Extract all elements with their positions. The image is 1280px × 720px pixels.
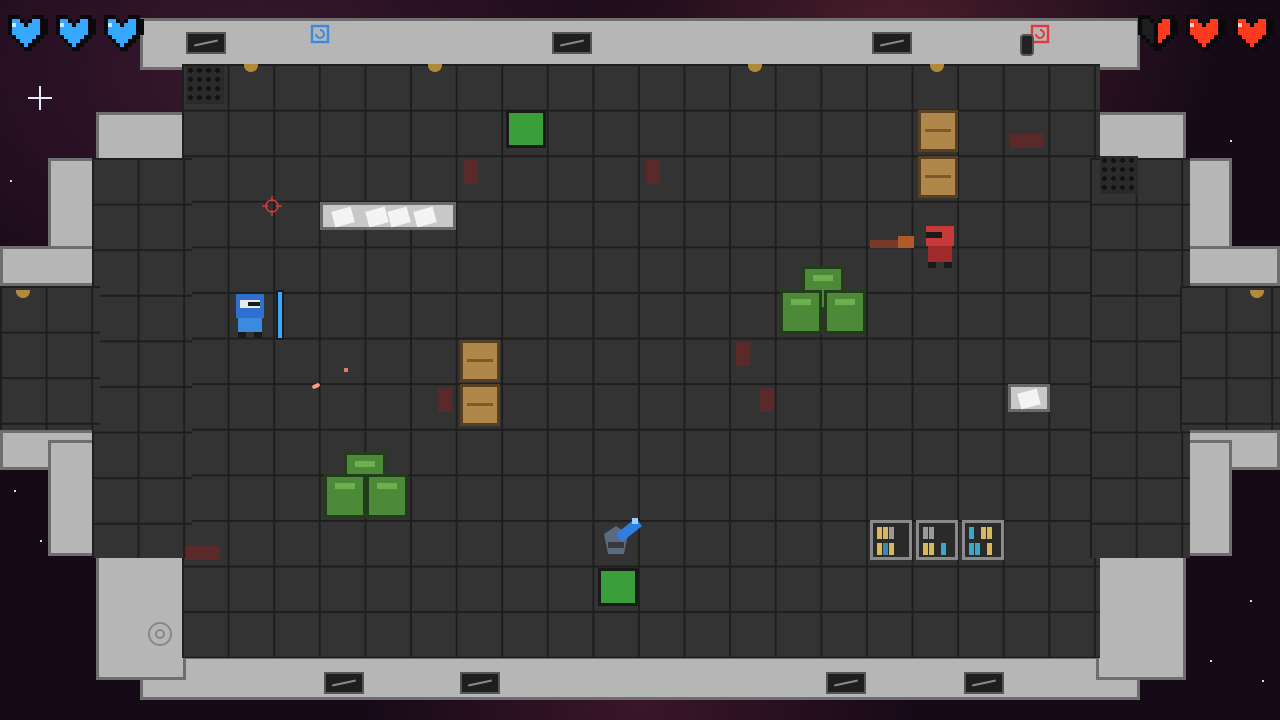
station-wall-top (140, 18, 1140, 70)
desk-with-papers (320, 202, 456, 230)
wall-window (872, 32, 912, 54)
wooden-crate (918, 110, 958, 152)
small-desk (1008, 384, 1050, 412)
station-floor-right-wing (1090, 158, 1190, 558)
floor-grate (186, 66, 224, 104)
paper-sheet (413, 206, 437, 228)
rust-stain (646, 160, 660, 184)
wall-window (964, 672, 1004, 694)
blue-spawn-marker-icon (310, 24, 330, 44)
crosshair-icon (262, 196, 282, 216)
star (1210, 660, 1212, 662)
rust-stain (438, 388, 452, 412)
blue-player-character (236, 290, 284, 340)
grenade-icon (1020, 34, 1034, 56)
star (1250, 600, 1252, 602)
green-supply-crate (366, 474, 408, 518)
heart-full-icon (1186, 15, 1226, 51)
wall-window (826, 672, 866, 694)
star (40, 540, 42, 542)
computer-terminal[interactable] (598, 568, 638, 606)
target-icon (148, 622, 172, 646)
station-wall-right-door-top (1184, 246, 1280, 286)
rust-stain (736, 342, 750, 366)
auto-turret (604, 518, 642, 554)
heart-full-icon (104, 15, 144, 51)
floor-grate (1100, 156, 1138, 194)
star (14, 490, 16, 492)
paper-sheet (387, 206, 411, 228)
green-supply-crate (780, 290, 822, 334)
wooden-crate (460, 340, 500, 382)
paper-sheet (1017, 388, 1041, 410)
corridor-left (0, 286, 100, 430)
heart-full-icon (8, 15, 48, 51)
station-floor-left-wing (92, 158, 192, 558)
rust-stain (1010, 134, 1044, 148)
red-player-health (1134, 14, 1274, 56)
wall-window (552, 32, 592, 54)
star-sparkle (28, 86, 52, 110)
red-player-character (870, 226, 954, 268)
wooden-crate (918, 156, 958, 198)
corridor-right (1180, 286, 1280, 430)
heart-full-icon (1234, 15, 1274, 51)
rust-stain (464, 160, 478, 184)
station-floor-main (182, 64, 1100, 658)
bookshelf (962, 520, 1004, 560)
paper-sheet (365, 206, 389, 228)
projectile-spark (344, 368, 348, 372)
computer-terminal[interactable] (506, 110, 546, 148)
heart-half-icon (1138, 15, 1178, 51)
rust-stain (186, 546, 220, 560)
bookshelf (870, 520, 912, 560)
blue-player-health (4, 14, 144, 56)
station-wall-left-door-top (0, 246, 96, 286)
wall-window (324, 672, 364, 694)
star (10, 180, 12, 182)
paper-sheet (331, 206, 355, 228)
star (1262, 680, 1264, 682)
green-supply-crate (824, 290, 866, 334)
heart-full-icon (56, 15, 96, 51)
wooden-crate (460, 384, 500, 426)
wall-window (186, 32, 226, 54)
star (1230, 140, 1232, 142)
green-supply-crate (324, 474, 366, 518)
bookshelf (916, 520, 958, 560)
rust-stain (760, 388, 774, 412)
wall-window (460, 672, 500, 694)
